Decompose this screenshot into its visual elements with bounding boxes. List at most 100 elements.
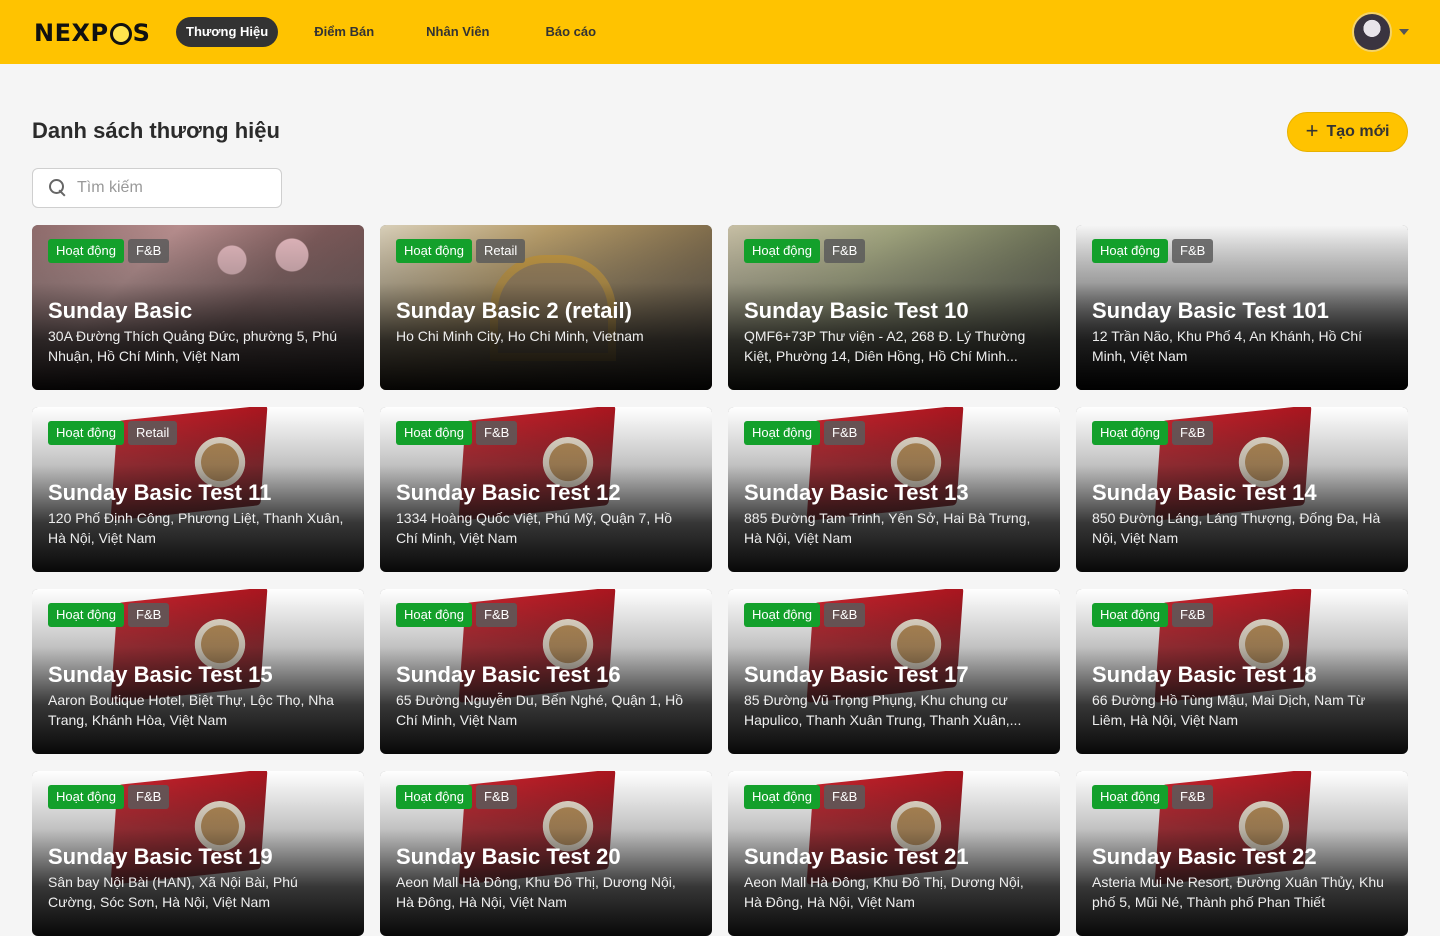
brand-name: Sunday Basic Test 21 (744, 844, 969, 869)
page-title: Danh sách thương hiệu (32, 118, 280, 143)
status-badge: Hoạt động (396, 239, 472, 263)
nav-item-nhan-vien[interactable]: Nhân Viên (416, 17, 499, 47)
type-badge: F&B (824, 421, 866, 445)
brand-name: Sunday Basic Test 18 (1092, 662, 1317, 687)
brand-name: Sunday Basic Test 101 (1092, 298, 1329, 323)
user-avatar[interactable] (1352, 12, 1392, 52)
type-badge: Retail (476, 239, 526, 263)
brand-card[interactable]: Hoạt động F&B Sunday Basic Test 22 Asteria … (1076, 771, 1408, 936)
main-nav: Thương Hiệu Điểm Bán Nhân Viên Báo cáo (176, 17, 606, 47)
brand-address: 885 Đường Tam Trinh, Yên Sở, Hai Bà Trưn… (744, 510, 1031, 546)
status-badge: Hoạt động (744, 239, 820, 263)
brand-name: Sunday Basic Test 12 (396, 480, 621, 505)
brand-card[interactable]: Hoạt động F&B Sunday Basic Test 14 850 Đườn… (1076, 407, 1408, 572)
brand-name: Sunday Basic Test 11 (48, 480, 272, 505)
status-badge: Hoạt động (48, 603, 124, 627)
brand-card[interactable]: Hoạt động F&B Sunday Basic 30A Đường Thích … (32, 225, 364, 390)
create-new-label: Tạo mới (1326, 123, 1390, 140)
brand-card[interactable]: Hoạt động F&B Sunday Basic Test 17 85 Đường… (728, 589, 1060, 754)
brand-badges: Hoạt động F&B (48, 785, 170, 809)
status-badge: Hoạt động (1092, 421, 1168, 445)
nav-item-thuong-hieu[interactable]: Thương Hiệu (176, 17, 279, 47)
brand-card[interactable]: Hoạt động F&B Sunday Basic Test 101 12 Trần… (1076, 225, 1408, 390)
status-badge: Hoạt động (48, 785, 124, 809)
brand-address: 12 Trần Não, Khu Phố 4, An Khánh, Hồ Chí… (1092, 328, 1363, 364)
brand-address: Aaron Boutique Hotel, Biệt Thự, Lộc Thọ,… (48, 692, 334, 728)
brand-card[interactable]: Hoạt động F&B Sunday Basic Test 19 Sân bay … (32, 771, 364, 936)
brand-card[interactable]: Hoạt động F&B Sunday Basic Test 10 QMF6+73P… (728, 225, 1060, 390)
brand-badges: Hoạt động F&B (1092, 603, 1214, 627)
brand-card[interactable]: Hoạt động F&B Sunday Basic Test 18 66 Đường… (1076, 589, 1408, 754)
brand-badges: Hoạt động F&B (1092, 785, 1214, 809)
type-badge: F&B (1172, 785, 1214, 809)
brand-badges: Hoạt động F&B (1092, 421, 1214, 445)
type-badge: Retail (128, 421, 178, 445)
brand-name: Sunday Basic Test 14 (1092, 480, 1317, 505)
brand-card[interactable]: Hoạt động F&B Sunday Basic Test 20 Aeon Mal… (380, 771, 712, 936)
type-badge: F&B (476, 421, 518, 445)
brand-address: 1334 Hoàng Quốc Việt, Phú Mỹ, Quận 7, Hồ… (396, 510, 673, 546)
status-badge: Hoạt động (1092, 239, 1168, 263)
nexpos-logo[interactable]: NEXP S (34, 19, 150, 47)
brand-address: Asteria Mui Ne Resort, Đường Xuân Thủy, … (1092, 874, 1384, 910)
brand-address: QMF6+73P Thư viện - A2, 268 Đ. Lý Thường… (744, 328, 1026, 364)
brand-name: Sunday Basic Test 20 (396, 844, 621, 869)
plus-icon: + (1305, 118, 1319, 143)
brand-badges: Hoạt động F&B (744, 239, 866, 263)
brand-card[interactable]: Hoạt động F&B Sunday Basic Test 21 Aeon Mal… (728, 771, 1060, 936)
brand-card[interactable]: Hoạt động F&B Sunday Basic Test 15 Aaron Bo… (32, 589, 364, 754)
brand-name: Sunday Basic 2 (retail) (396, 298, 632, 323)
brand-name: Sunday Basic Test 13 (744, 480, 969, 505)
brand-card[interactable]: Hoạt động F&B Sunday Basic Test 12 1334 Hoà… (380, 407, 712, 572)
status-badge: Hoạt động (744, 421, 820, 445)
brand-badges: Hoạt động F&B (48, 239, 170, 263)
brand-badges: Hoạt động F&B (396, 603, 518, 627)
type-badge: F&B (476, 785, 518, 809)
brand-card[interactable]: Hoạt động Retail Sunday Basic 2 (retail) Ho… (380, 225, 712, 390)
brand-address: Aeon Mall Hà Đông, Khu Đô Thị, Dương Nội… (744, 874, 1024, 910)
brand-name: Sunday Basic Test 17 (744, 662, 969, 687)
type-badge: F&B (128, 603, 170, 627)
type-badge: F&B (1172, 239, 1214, 263)
brand-badges: Hoạt động F&B (744, 603, 866, 627)
brand-badges: Hoạt động F&B (396, 421, 518, 445)
status-badge: Hoạt động (396, 603, 472, 627)
type-badge: F&B (1172, 603, 1214, 627)
brand-address: Ho Chi Minh City, Ho Chi Minh, Vietnam (396, 328, 644, 344)
brand-name: Sunday Basic Test 10 (744, 298, 969, 323)
brand-badges: Hoạt động F&B (396, 785, 518, 809)
brand-address: 65 Đường Nguyễn Du, Bến Nghé, Quận 1, Hồ… (396, 692, 684, 728)
logo-o-icon (109, 23, 132, 45)
chevron-down-icon[interactable] (1399, 29, 1409, 35)
brand-badges: Hoạt động F&B (744, 421, 866, 445)
type-badge: F&B (1172, 421, 1214, 445)
brand-name: Sunday Basic Test 19 (48, 844, 273, 869)
search-box (32, 168, 282, 208)
nav-item-diem-ban[interactable]: Điểm Bán (304, 17, 384, 47)
brand-badges: Hoạt động F&B (48, 603, 170, 627)
logo-text-end: S (132, 19, 151, 47)
create-new-button[interactable]: + Tạo mới (1287, 112, 1408, 152)
status-badge: Hoạt động (1092, 603, 1168, 627)
type-badge: F&B (824, 239, 866, 263)
type-badge: F&B (824, 603, 866, 627)
nav-item-bao-cao[interactable]: Báo cáo (536, 17, 607, 47)
brand-card[interactable]: Hoạt động F&B Sunday Basic Test 13 885 Đườn… (728, 407, 1060, 572)
brand-address: 66 Đường Hồ Tùng Mậu, Mai Dịch, Nam Từ L… (1092, 692, 1366, 728)
brand-name: Sunday Basic Test 22 (1092, 844, 1317, 869)
type-badge: F&B (128, 785, 170, 809)
brand-card[interactable]: Hoạt động Retail Sunday Basic Test 11 120 P… (32, 407, 364, 572)
status-badge: Hoạt động (396, 785, 472, 809)
brand-badges: Hoạt động Retail (396, 239, 526, 263)
brand-address: Aeon Mall Hà Đông, Khu Đô Thị, Dương Nội… (396, 874, 676, 910)
brand-card[interactable]: Hoạt động F&B Sunday Basic Test 16 65 Đường… (380, 589, 712, 754)
brand-badges: Hoạt động Retail (48, 421, 178, 445)
status-badge: Hoạt động (744, 603, 820, 627)
search-input[interactable] (77, 179, 267, 197)
status-badge: Hoạt động (48, 239, 124, 263)
logo-text-start: NEXP (34, 19, 109, 47)
brand-badges: Hoạt động F&B (1092, 239, 1214, 263)
search-icon (49, 179, 67, 197)
brand-grid: Hoạt động F&B Sunday Basic 30A Đường Thích … (32, 225, 1408, 936)
brand-address: 85 Đường Vũ Trọng Phụng, Khu chung cư Ha… (744, 692, 1022, 728)
